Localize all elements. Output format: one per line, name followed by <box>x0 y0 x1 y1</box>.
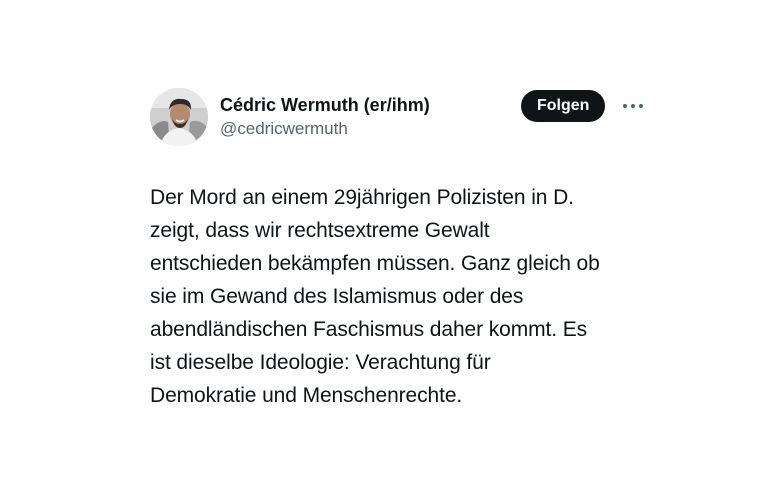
author-display-name[interactable]: Cédric Wermuth (er/ihm) <box>220 94 430 116</box>
author-names: Cédric Wermuth (er/ihm) @cedricwermuth <box>220 94 430 140</box>
person-photo-icon <box>150 88 208 146</box>
author-handle[interactable]: @cedricwermuth <box>220 118 430 140</box>
avatar[interactable] <box>150 88 208 146</box>
tweet-header: Cédric Wermuth (er/ihm) @cedricwermuth F… <box>150 86 650 148</box>
follow-button[interactable]: Folgen <box>521 90 606 122</box>
tweet-text: Der Mord an einem 29jährigen Polizisten … <box>150 186 600 407</box>
tweet-card: Cédric Wermuth (er/ihm) @cedricwermuth F… <box>150 86 650 407</box>
more-horizontal-icon[interactable] <box>622 98 644 114</box>
